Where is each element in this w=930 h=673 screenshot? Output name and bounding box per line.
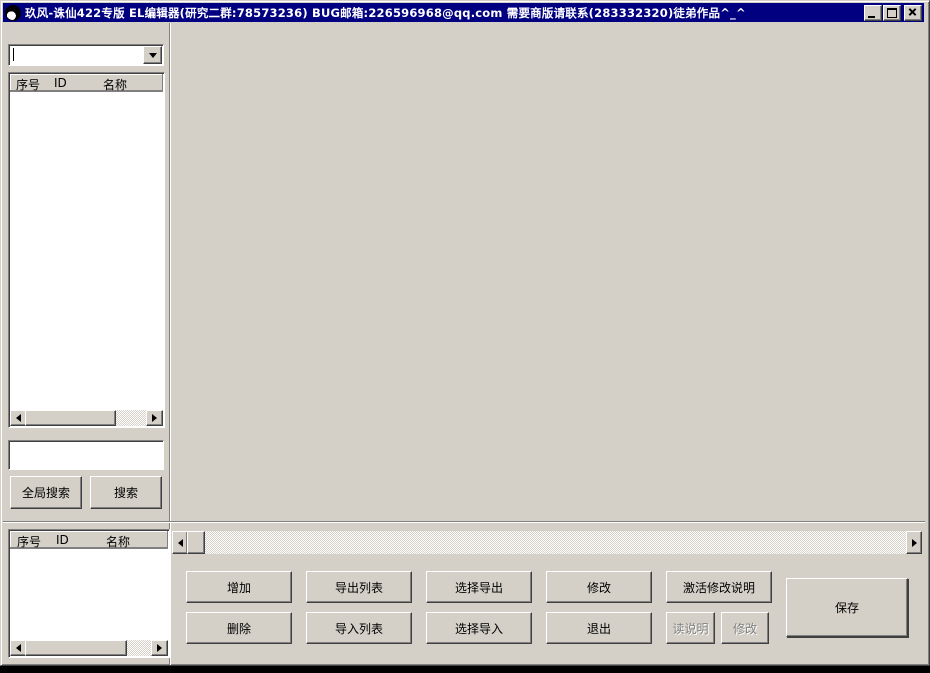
application-window: 玖风-诛仙422专版 EL编辑器(研究二群:78573236) BUG邮箱:22…	[0, 0, 930, 673]
title-bar: 玖风-诛仙422专版 EL编辑器(研究二群:78573236) BUG邮箱:22…	[3, 3, 924, 22]
scrollbar-thumb[interactable]	[25, 410, 116, 426]
scroll-right-icon	[157, 644, 162, 652]
search-button[interactable]: 搜索	[90, 476, 162, 509]
column-header-name: 名称	[103, 76, 127, 93]
save-label: 保存	[835, 599, 859, 616]
text-caret	[13, 48, 14, 61]
import-list-button[interactable]: 导入列表	[306, 612, 412, 644]
maximize-icon	[887, 8, 897, 18]
scrollbar-thumb[interactable]	[187, 531, 205, 554]
column-header-id: ID	[54, 76, 67, 90]
list-hscrollbar[interactable]	[10, 410, 163, 426]
scroll-right-button[interactable]	[146, 410, 163, 426]
scroll-right-button[interactable]	[906, 531, 922, 554]
scroll-left-icon	[16, 414, 21, 422]
scroll-right-button[interactable]	[151, 640, 168, 656]
scrollbar-thumb[interactable]	[25, 640, 127, 656]
global-search-button[interactable]: 全局搜索	[10, 476, 82, 509]
minimize-button[interactable]	[864, 5, 882, 21]
global-search-label: 全局搜索	[22, 484, 70, 501]
horizontal-divider	[3, 521, 925, 523]
select-import-button[interactable]: 选择导入	[426, 612, 532, 644]
maximize-button[interactable]	[883, 5, 901, 21]
window-title: 玖风-诛仙422专版 EL编辑器(研究二群:78573236) BUG邮箱:22…	[25, 5, 863, 21]
list-header: 序号 ID 名称	[10, 531, 168, 549]
list-hscrollbar[interactable]	[10, 640, 168, 656]
column-header-index: 序号	[16, 76, 40, 93]
search-label: 搜索	[114, 484, 138, 501]
app-icon	[5, 5, 21, 21]
scroll-left-icon	[16, 644, 21, 652]
close-button[interactable]	[904, 5, 922, 21]
column-header-id: ID	[56, 533, 69, 547]
main-hscrollbar[interactable]	[172, 531, 922, 554]
search-input[interactable]	[9, 441, 163, 469]
search-field-frame	[8, 440, 164, 470]
combobox-dropdown-button[interactable]	[143, 46, 162, 64]
add-button[interactable]: 增加	[186, 571, 292, 603]
scroll-right-icon	[912, 539, 917, 547]
minimize-icon	[868, 16, 875, 18]
category-combobox[interactable]	[8, 44, 164, 66]
export-list-button[interactable]: 导出列表	[306, 571, 412, 603]
column-header-index: 序号	[17, 533, 41, 550]
scroll-left-icon	[178, 539, 183, 547]
activate-modify-note-button[interactable]: 激活修改说明	[666, 571, 772, 603]
save-button[interactable]: 保存	[786, 578, 908, 637]
exit-button[interactable]: 退出	[546, 612, 652, 644]
read-note-button-disabled: 读说明	[666, 612, 715, 644]
select-export-button[interactable]: 选择导出	[426, 571, 532, 603]
modify-button-disabled: 修改	[721, 612, 769, 644]
scroll-left-button[interactable]	[172, 531, 188, 554]
main-workspace	[171, 23, 925, 520]
modify-button[interactable]: 修改	[546, 571, 652, 603]
item-list-bottom[interactable]: 序号 ID 名称	[8, 529, 170, 658]
item-list-top[interactable]: 序号 ID 名称	[8, 72, 165, 428]
screen-background	[0, 666, 930, 673]
list-header: 序号 ID 名称	[10, 74, 163, 92]
scroll-right-icon	[152, 414, 157, 422]
combobox-input[interactable]	[9, 45, 163, 65]
delete-button[interactable]: 删除	[186, 612, 292, 644]
column-header-name: 名称	[106, 533, 130, 550]
chevron-down-icon	[149, 53, 157, 58]
